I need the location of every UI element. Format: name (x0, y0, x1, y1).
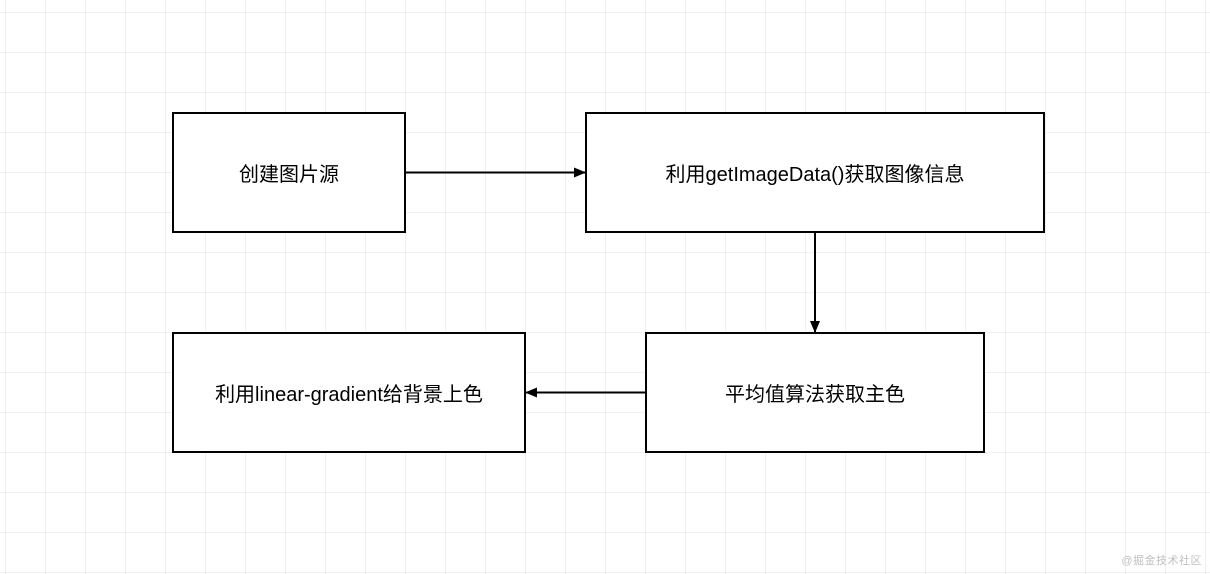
flow-node-get-image-data: 利用getImageData()获取图像信息 (585, 112, 1045, 233)
watermark: @掘金技术社区 (1121, 552, 1202, 568)
flow-node-linear-gradient-bg: 利用linear-gradient给背景上色 (172, 332, 526, 453)
node-label: 利用getImageData()获取图像信息 (666, 158, 965, 187)
flow-node-average-main-color: 平均值算法获取主色 (645, 332, 985, 453)
flow-node-create-image-source: 创建图片源 (172, 112, 406, 233)
node-label: 平均值算法获取主色 (725, 378, 905, 407)
node-label: 利用linear-gradient给背景上色 (215, 378, 483, 407)
grid-background (0, 0, 1210, 574)
node-label: 创建图片源 (239, 158, 339, 187)
